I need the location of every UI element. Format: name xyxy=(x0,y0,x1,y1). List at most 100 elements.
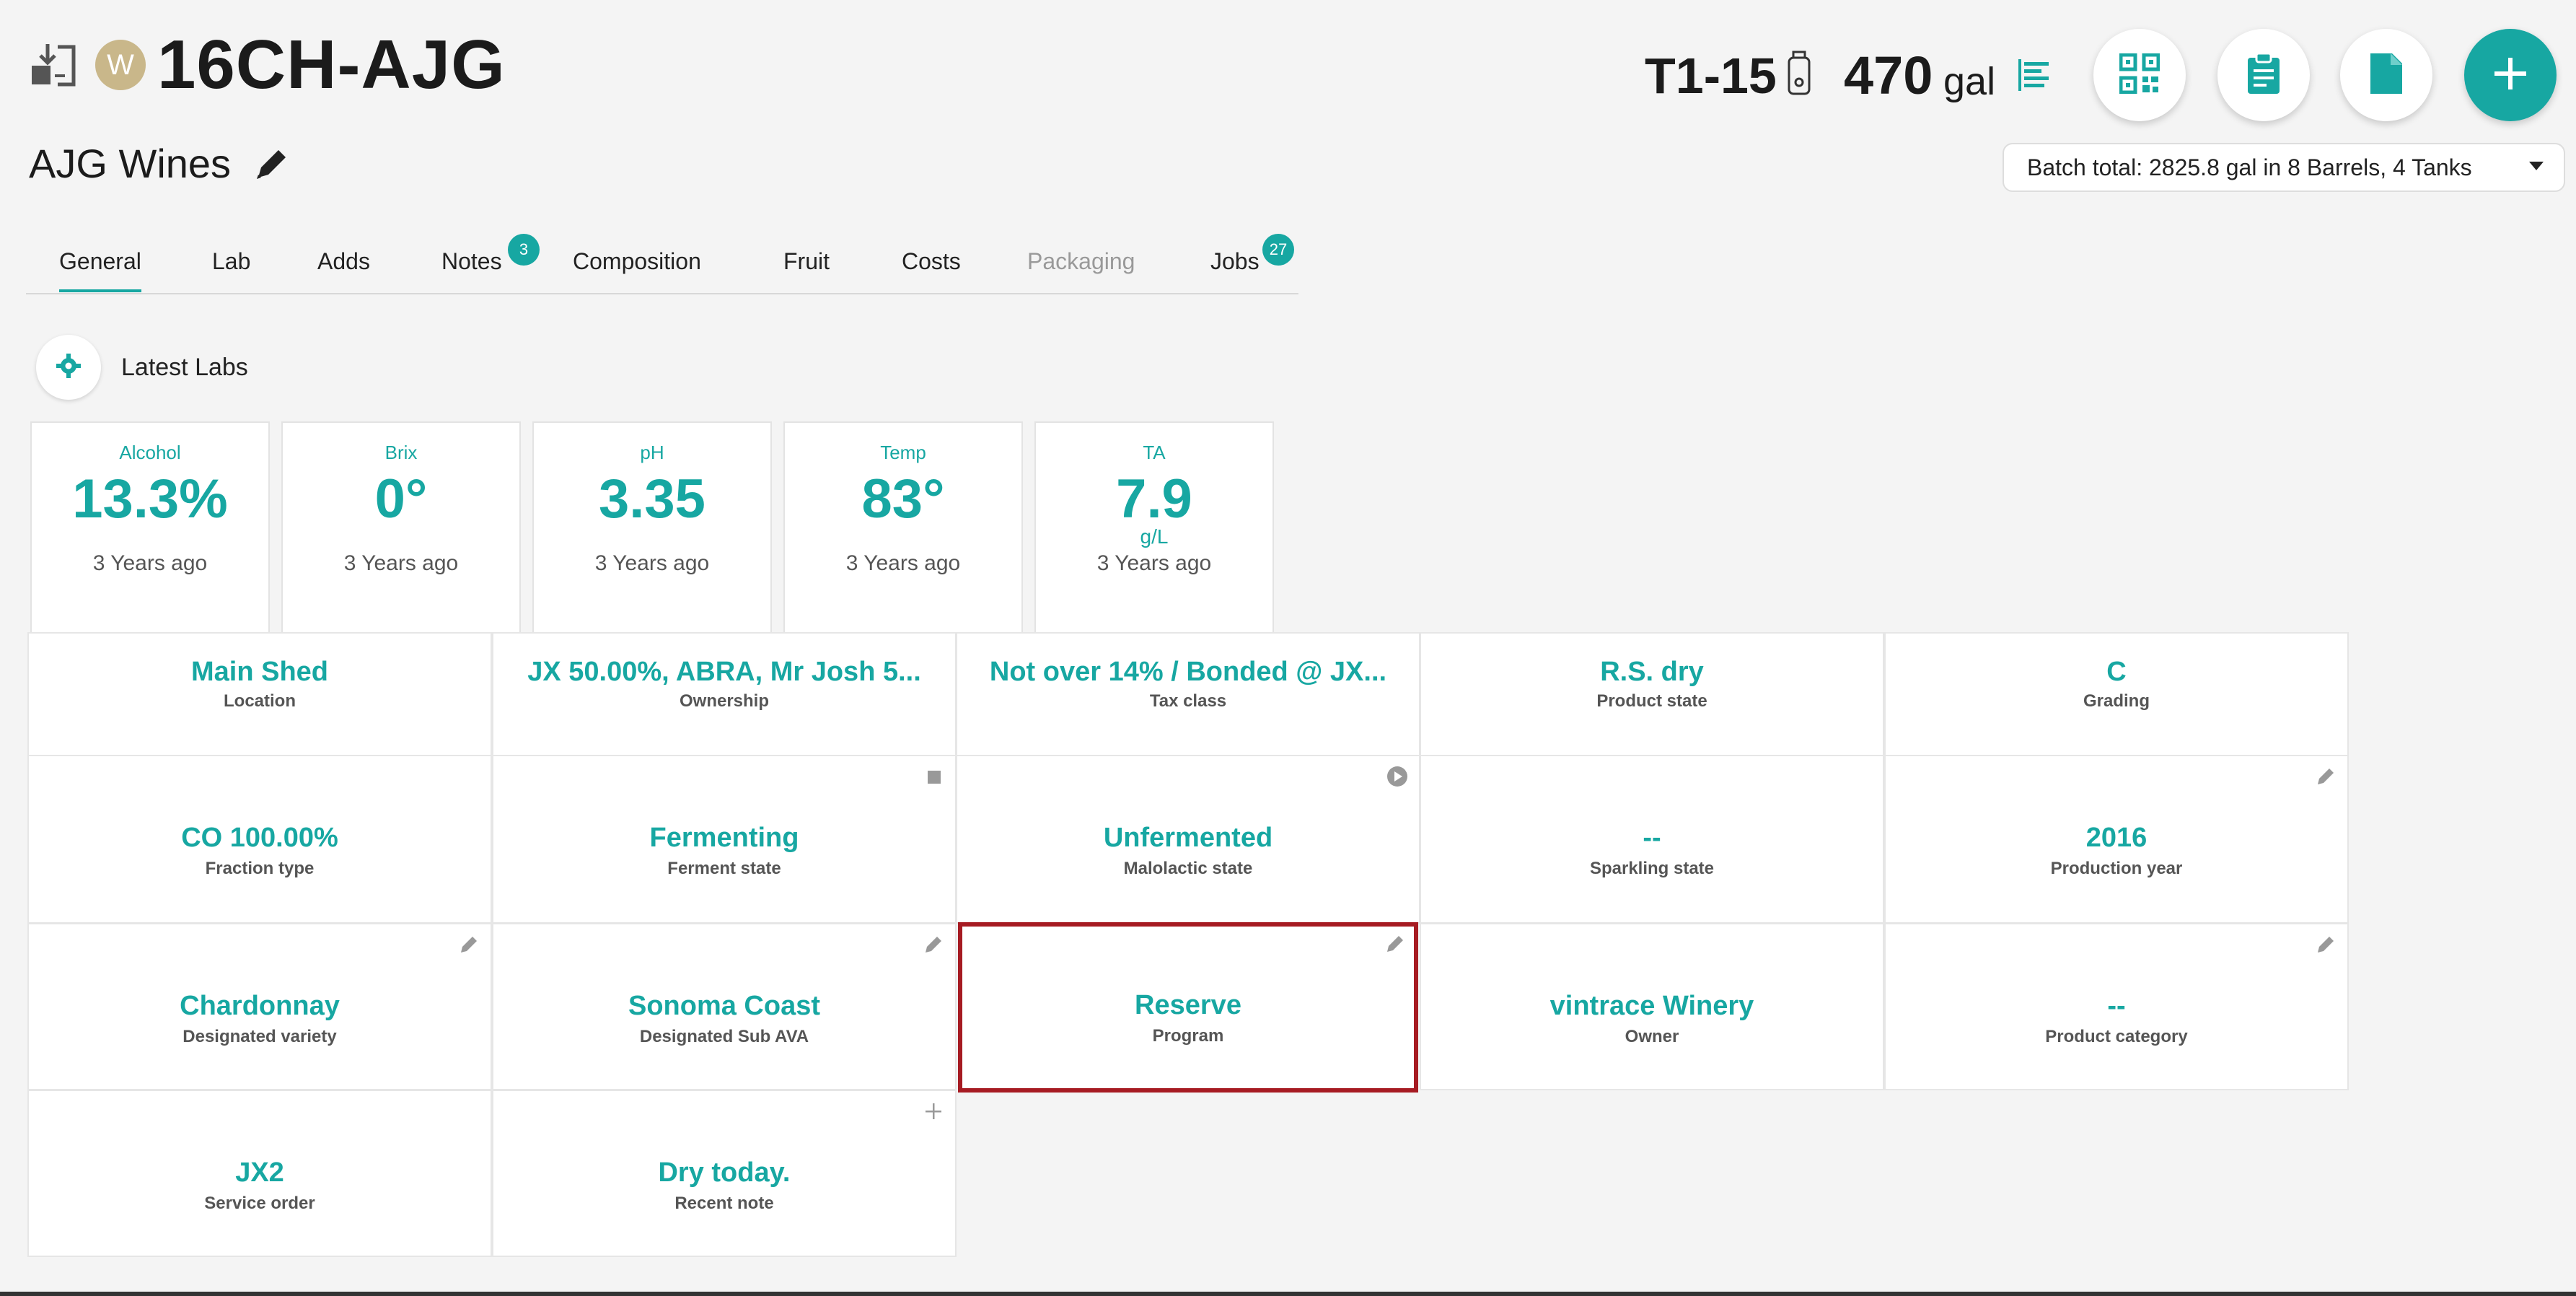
lab-card-brix[interactable]: Brix 0° 3 Years ago xyxy=(281,421,521,638)
attr-tax-class[interactable]: Not over 14% / Bonded @ JX... Tax class xyxy=(956,632,1420,756)
lab-time: 3 Years ago xyxy=(92,551,208,575)
stop-icon[interactable] xyxy=(922,765,945,788)
attr-label: Tax class xyxy=(1149,691,1227,711)
add-button[interactable] xyxy=(2464,29,2557,121)
attr-label: Malolactic state xyxy=(1123,859,1253,878)
tab-general[interactable]: General xyxy=(59,248,141,292)
tab-packaging: Packaging xyxy=(1027,248,1135,274)
attr-label: Owner xyxy=(1625,1027,1679,1046)
attr-value: vintrace Winery xyxy=(1549,991,1754,1021)
document-button[interactable] xyxy=(2340,29,2432,121)
attr-production-year[interactable]: 2016 Production year xyxy=(1884,755,2349,924)
attr-designated-variety[interactable]: Chardonnay Designated variety xyxy=(27,923,492,1090)
labs-settings-button[interactable] xyxy=(36,335,101,400)
attr-value: Not over 14% / Bonded @ JX... xyxy=(989,657,1387,687)
lab-time: 3 Years ago xyxy=(343,551,459,575)
lab-time: 3 Years ago xyxy=(594,551,710,575)
qr-code-icon xyxy=(2119,53,2160,97)
bottom-border xyxy=(0,1292,2576,1296)
document-icon xyxy=(2369,52,2404,99)
volume-unit: gal xyxy=(1943,60,1996,103)
list-lines-icon[interactable] xyxy=(2017,58,2052,92)
attr-designated-sub-ava[interactable]: Sonoma Coast Designated Sub AVA xyxy=(492,923,957,1090)
attr-value: Dry today. xyxy=(658,1157,791,1188)
pencil-icon[interactable] xyxy=(2314,765,2337,788)
attr-value: -- xyxy=(2107,991,2126,1021)
attr-location[interactable]: Main Shed Location xyxy=(27,632,492,756)
lab-value: 7.9 xyxy=(1116,468,1192,530)
lab-card-temp[interactable]: Temp 83° 3 Years ago xyxy=(783,421,1023,638)
lab-card-ta[interactable]: TA 7.9 g/L 3 Years ago xyxy=(1034,421,1274,638)
attr-label: Service order xyxy=(204,1194,315,1213)
attr-value: Fermenting xyxy=(649,823,799,853)
attr-owner[interactable]: vintrace Winery Owner xyxy=(1420,923,1884,1090)
pencil-icon[interactable] xyxy=(2314,933,2337,956)
attr-value: CO 100.00% xyxy=(181,823,338,853)
attr-grading[interactable]: C Grading xyxy=(1884,632,2349,756)
tab-composition[interactable]: Composition xyxy=(573,248,701,275)
attr-product-state[interactable]: R.S. dry Product state xyxy=(1420,632,1884,756)
lab-card-ph[interactable]: pH 3.35 3 Years ago xyxy=(532,421,772,638)
clipboard-button[interactable] xyxy=(2217,29,2310,121)
attr-ownership[interactable]: JX 50.00%, ABRA, Mr Josh 5... Ownership xyxy=(492,632,957,756)
pencil-icon[interactable] xyxy=(1384,932,1407,955)
attr-label: Production year xyxy=(2050,859,2183,878)
lab-value: 83° xyxy=(861,468,945,530)
batch-total-dropdown[interactable]: Batch total: 2825.8 gal in 8 Barrels, 4 … xyxy=(2003,143,2565,192)
tab-jobs[interactable]: Jobs xyxy=(1210,248,1260,275)
attr-product-category[interactable]: -- Product category xyxy=(1884,923,2349,1090)
jobs-count-badge: 27 xyxy=(1262,234,1294,266)
attr-label: Recent note xyxy=(674,1194,774,1213)
lab-value: 0° xyxy=(374,468,428,530)
latest-labs-title: Latest Labs xyxy=(121,354,248,381)
attr-malolactic-state[interactable]: Unfermented Malolactic state xyxy=(956,755,1420,924)
lab-name: TA xyxy=(1143,442,1166,463)
attr-value: Unfermented xyxy=(1103,823,1273,853)
attr-sparkling-state[interactable]: -- Sparkling state xyxy=(1420,755,1884,924)
lab-value: 3.35 xyxy=(599,468,705,530)
tab-costs[interactable]: Costs xyxy=(902,248,961,275)
lab-value: 13.3% xyxy=(72,468,228,530)
batch-total-label: Batch total: 2825.8 gal in 8 Barrels, 4 … xyxy=(2027,154,2472,180)
attr-value: JX2 xyxy=(235,1157,284,1188)
lab-name: Alcohol xyxy=(119,442,181,463)
attr-label: Ownership xyxy=(679,691,770,711)
attr-label: Designated variety xyxy=(183,1027,337,1046)
tab-fruit[interactable]: Fruit xyxy=(783,248,830,275)
batch-code-title: 16CH-AJG xyxy=(157,26,506,103)
tab-lab[interactable]: Lab xyxy=(212,248,250,275)
volume-value: 470 xyxy=(1844,45,1933,105)
vessel-code[interactable]: T1-15 xyxy=(1645,45,1777,107)
attr-label: Program xyxy=(1152,1026,1224,1046)
clipboard-icon xyxy=(2243,52,2284,99)
caret-down-icon xyxy=(2529,162,2544,170)
attr-service-order[interactable]: JX2 Service order xyxy=(27,1090,492,1257)
pencil-icon[interactable] xyxy=(457,933,480,956)
tab-bar: General Lab Adds Notes 3 Composition Fru… xyxy=(26,231,1298,294)
pencil-icon[interactable] xyxy=(922,933,945,956)
attr-ferment-state[interactable]: Fermenting Ferment state xyxy=(492,755,957,924)
attr-program[interactable]: Reserve Program xyxy=(958,922,1418,1093)
play-icon[interactable] xyxy=(1386,765,1409,788)
attr-value: Sonoma Coast xyxy=(628,991,821,1021)
attr-label: Grading xyxy=(2083,691,2150,711)
plus-icon[interactable] xyxy=(922,1100,945,1123)
lab-time: 3 Years ago xyxy=(845,551,961,575)
import-icon[interactable] xyxy=(29,40,82,90)
notes-count-badge: 3 xyxy=(508,234,540,266)
attr-fraction-type[interactable]: CO 100.00% Fraction type xyxy=(27,755,492,924)
attr-recent-note[interactable]: Dry today. Recent note xyxy=(492,1090,957,1257)
avatar: W xyxy=(95,40,146,90)
tab-adds[interactable]: Adds xyxy=(317,248,370,275)
attr-label: Product category xyxy=(2045,1027,2188,1046)
tab-notes[interactable]: Notes xyxy=(441,248,502,275)
attr-label: Sparkling state xyxy=(1589,859,1715,878)
attr-label: Ferment state xyxy=(667,859,781,878)
lab-card-alcohol[interactable]: Alcohol 13.3% 3 Years ago xyxy=(30,421,270,638)
qr-code-button[interactable] xyxy=(2093,29,2186,121)
attr-value: Reserve xyxy=(1135,990,1241,1020)
attr-label: Fraction type xyxy=(205,859,315,878)
pencil-icon[interactable] xyxy=(252,146,290,183)
tank-icon xyxy=(1786,51,1812,97)
winery-name: AJG Wines xyxy=(29,141,232,186)
